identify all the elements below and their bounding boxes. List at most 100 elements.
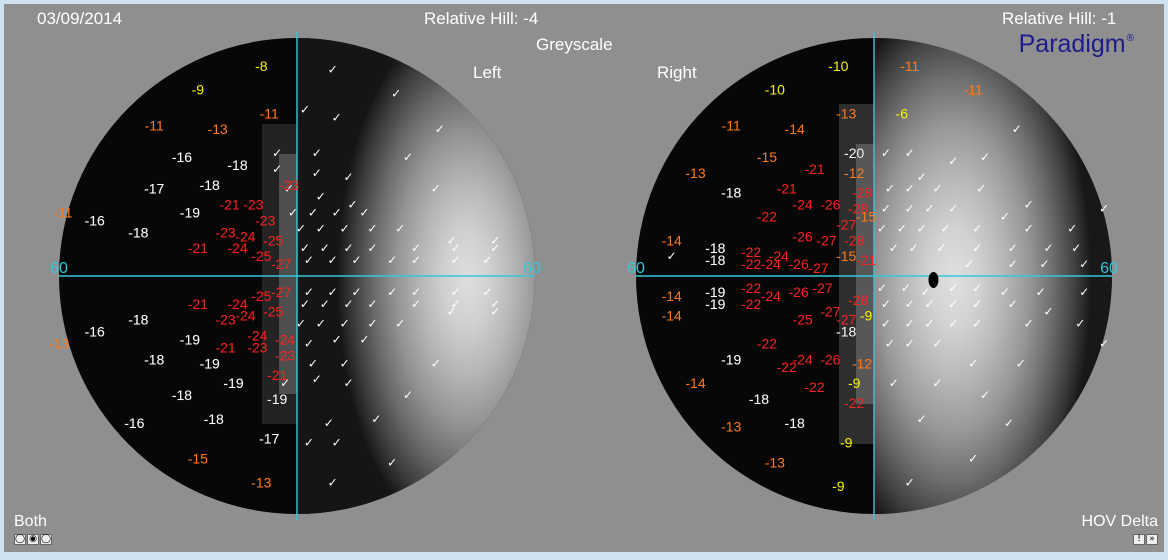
right-axis-label-left: 60	[627, 260, 645, 277]
left-hill-surface	[297, 38, 535, 514]
hov-delta-label: HOV Delta	[1081, 513, 1158, 530]
left-normal-check-icon: ✓	[316, 221, 326, 235]
left-field-value: -11	[145, 117, 164, 133]
right-field-value: -24	[761, 288, 781, 304]
left-field-value: -21	[219, 197, 239, 213]
left-field-value: -18	[128, 224, 148, 240]
left-field-value: -13	[251, 474, 271, 490]
left-field-value: -21	[188, 240, 208, 256]
left-field-value: -23	[215, 224, 235, 240]
right-normal-check-icon: ✓	[909, 241, 919, 255]
left-field-value: -18	[144, 351, 164, 367]
left-field-value: -23	[215, 312, 235, 328]
left-normal-check-icon: ✓	[296, 317, 306, 331]
left-field-value: -19	[223, 375, 243, 391]
left-normal-check-icon: ✓	[391, 87, 401, 101]
left-normal-check-icon: ✓	[359, 332, 369, 346]
right-normal-check-icon: ✓	[917, 412, 927, 426]
left-field-value: -27	[271, 256, 291, 272]
left-field-value: -16	[85, 324, 105, 340]
left-field-value: -18	[128, 312, 148, 328]
left-field-value: -25	[251, 248, 271, 264]
left-normal-check-icon: ✓	[304, 436, 314, 450]
left-field-value: -19	[180, 205, 200, 221]
right-normal-check-icon: ✓	[889, 376, 899, 390]
left-normal-check-icon: ✓	[332, 110, 342, 124]
right-eye-option[interactable]: ◯	[40, 534, 52, 545]
right-normal-check-icon: ✓	[1075, 317, 1085, 331]
right-normal-check-icon: ✓	[905, 475, 915, 489]
left-normal-check-icon: ✓	[431, 356, 441, 370]
right-normal-check-icon: ✓	[905, 182, 915, 196]
right-field-value: -22	[777, 359, 797, 375]
left-normal-check-icon: ✓	[340, 356, 350, 370]
left-normal-check-icon: ✓	[451, 253, 461, 267]
right-field-value: -22	[804, 379, 824, 395]
right-field-value: -10	[765, 82, 785, 98]
right-normal-check-icon: ✓	[948, 202, 958, 216]
brand-logo: Paradigm®	[1019, 30, 1134, 59]
right-field-value: -9	[840, 435, 853, 451]
right-normal-check-icon: ✓	[1044, 241, 1054, 255]
next-page-icon[interactable]: »	[1146, 534, 1158, 545]
right-normal-check-icon: ✓	[925, 202, 935, 216]
right-field-value: -9	[860, 308, 873, 324]
left-eye-option[interactable]: ◯	[14, 534, 26, 545]
right-normal-check-icon: ✓	[905, 202, 915, 216]
right-normal-check-icon: ✓	[972, 281, 982, 295]
left-field-value: -18	[200, 177, 220, 193]
right-normal-check-icon: ✓	[881, 317, 891, 331]
page-controls: ! »	[1133, 534, 1158, 545]
left-field-value: -21	[188, 296, 208, 312]
right-normal-check-icon: ✓	[1044, 305, 1054, 319]
left-field-value: -13	[208, 121, 228, 137]
both-eyes-option[interactable]: ◉	[27, 534, 39, 545]
right-field-value: -18	[721, 185, 741, 201]
right-field-value: -26	[792, 228, 812, 244]
right-field-value: -27	[816, 232, 836, 248]
right-field-value: -15	[856, 209, 876, 225]
right-field-value: -22	[741, 296, 761, 312]
left-field-value: -18	[172, 387, 192, 403]
left-normal-check-icon: ✓	[328, 63, 338, 77]
right-field-value: -14	[685, 375, 705, 391]
right-normal-check-icon: ✓	[881, 297, 891, 311]
left-field-value: -27	[271, 284, 291, 300]
left-normal-check-icon: ✓	[288, 206, 298, 220]
test-date: 03/09/2014	[37, 9, 123, 28]
right-field-value: -11	[900, 58, 919, 74]
right-field-value: -22	[757, 209, 777, 225]
registered-mark: ®	[1126, 33, 1134, 44]
right-normal-check-icon: ✓	[972, 221, 982, 235]
right-field-value: -28	[848, 292, 868, 308]
right-field-value: -18	[749, 391, 769, 407]
right-field-value: -13	[765, 454, 785, 470]
right-normal-check-icon: ✓	[948, 281, 958, 295]
right-field-value: -15	[757, 149, 777, 165]
left-normal-check-icon: ✓	[308, 206, 318, 220]
right-field-value: -14	[662, 232, 682, 248]
left-normal-check-icon: ✓	[340, 221, 350, 235]
right-normal-check-icon: ✓	[972, 317, 982, 331]
left-normal-check-icon: ✓	[328, 253, 338, 267]
left-field-value: -23	[255, 212, 275, 228]
left-field-value: -18	[227, 157, 247, 173]
right-normal-check-icon: ✓	[972, 241, 982, 255]
left-field-value: -13	[49, 335, 69, 351]
visual-field-plots: 60 60 60 60 ✓ ✓ ✓ ✓ ✓ ✓ ✓ ✓ ✓ ✓ ✓ ✓ ✓ ✓ ✓ ✓ ✓ ✓ ✓ ✓ ✓ ✓ ✓ ✓ ✓ ✓ ✓ ✓…	[49, 32, 1118, 520]
left-normal-check-icon: ✓	[308, 356, 318, 370]
right-field-value: -24	[792, 197, 812, 213]
right-field-value: -26	[789, 284, 809, 300]
left-normal-check-icon: ✓	[395, 221, 405, 235]
right-field-value: -26	[820, 197, 840, 213]
alert-icon[interactable]: !	[1133, 534, 1145, 545]
left-normal-check-icon: ✓	[316, 190, 326, 204]
right-field-value: -28	[852, 185, 872, 201]
left-normal-check-icon: ✓	[344, 376, 354, 390]
right-normal-check-icon: ✓	[1067, 221, 1077, 235]
left-normal-check-icon: ✓	[395, 317, 405, 331]
left-field-value: -17	[259, 431, 279, 447]
right-normal-check-icon: ✓	[667, 249, 677, 263]
left-normal-check-icon: ✓	[359, 206, 369, 220]
left-relative-hill: Relative Hill: -4	[424, 9, 539, 28]
